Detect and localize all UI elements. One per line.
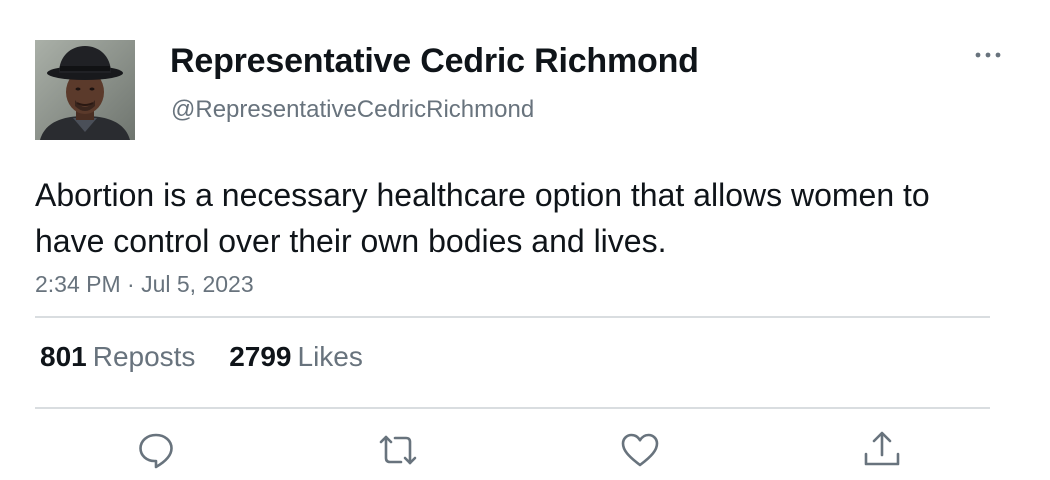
repost-icon [379,435,417,465]
more-dots-icon [975,52,1001,58]
like-icon [621,433,659,467]
author-display-name[interactable]: Representative Cedric Richmond [170,42,699,81]
action-bar [0,428,1050,472]
more-options-button[interactable] [970,40,1006,70]
tweet-stats: 801 Reposts 2799 Likes [40,341,389,373]
likes-count: 2799 [229,341,292,372]
author-handle[interactable]: @RepresentativeCedricRichmond [171,96,534,124]
likes-label: Likes [297,341,363,372]
avatar-image [35,40,135,140]
divider [35,407,990,409]
likes-stat[interactable]: 2799 Likes [229,341,363,373]
author-avatar[interactable] [35,40,135,140]
like-button[interactable] [618,428,662,472]
reposts-count: 801 [40,341,87,372]
reposts-label: Reposts [92,341,196,372]
tweet-card: Representative Cedric Richmond @Represen… [0,0,1050,480]
tweet-timestamp[interactable]: 2:34 PM · Jul 5, 2023 [35,271,254,298]
tweet-text: Abortion is a necessary healthcare optio… [35,177,930,259]
share-icon [864,431,900,466]
share-button[interactable] [860,428,904,472]
reply-button[interactable] [134,428,178,472]
divider [35,316,990,318]
repost-button[interactable] [376,428,420,472]
reply-icon [139,433,173,469]
reposts-stat[interactable]: 801 Reposts [40,341,195,373]
